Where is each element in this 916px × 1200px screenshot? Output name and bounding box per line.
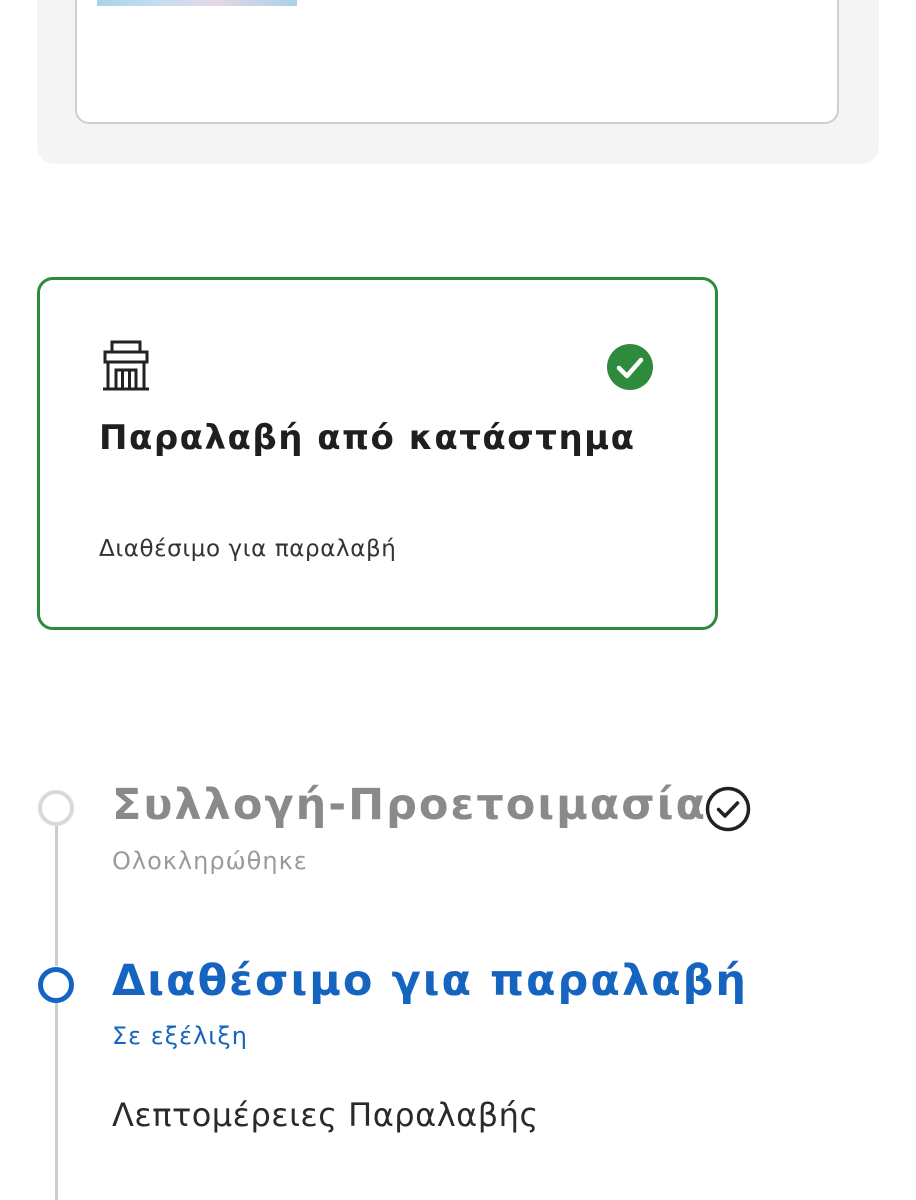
step-title-available: Διαθέσιμο για παραλαβή (112, 956, 749, 1006)
pickup-details-link[interactable]: Λεπτομέρειες Παραλαβής (112, 1096, 539, 1134)
check-circle-outline-icon (705, 786, 751, 832)
timeline-connector (55, 1002, 58, 1200)
check-circle-icon (607, 344, 653, 390)
product-image (97, 0, 297, 6)
step-title-collection: Συλλογή-Προετοιμασία (112, 780, 708, 830)
store-icon (103, 340, 149, 391)
store-pickup-option[interactable]: Παραλαβή από κατάστημα Διαθέσιμο για παρ… (37, 277, 718, 630)
order-summary-panel (37, 0, 879, 164)
product-card[interactable] (75, 0, 839, 124)
pickup-option-title: Παραλαβή από κατάστημα (99, 418, 636, 458)
step-status-in-progress: Σε εξέλιξη (112, 1022, 249, 1050)
pickup-option-availability: Διαθέσιμο για παραλαβή (99, 536, 397, 562)
step-status-completed: Ολοκληρώθηκε (112, 847, 308, 875)
timeline-dot-completed (38, 790, 74, 826)
timeline-dot-current (38, 967, 74, 1003)
timeline-connector (55, 826, 58, 966)
